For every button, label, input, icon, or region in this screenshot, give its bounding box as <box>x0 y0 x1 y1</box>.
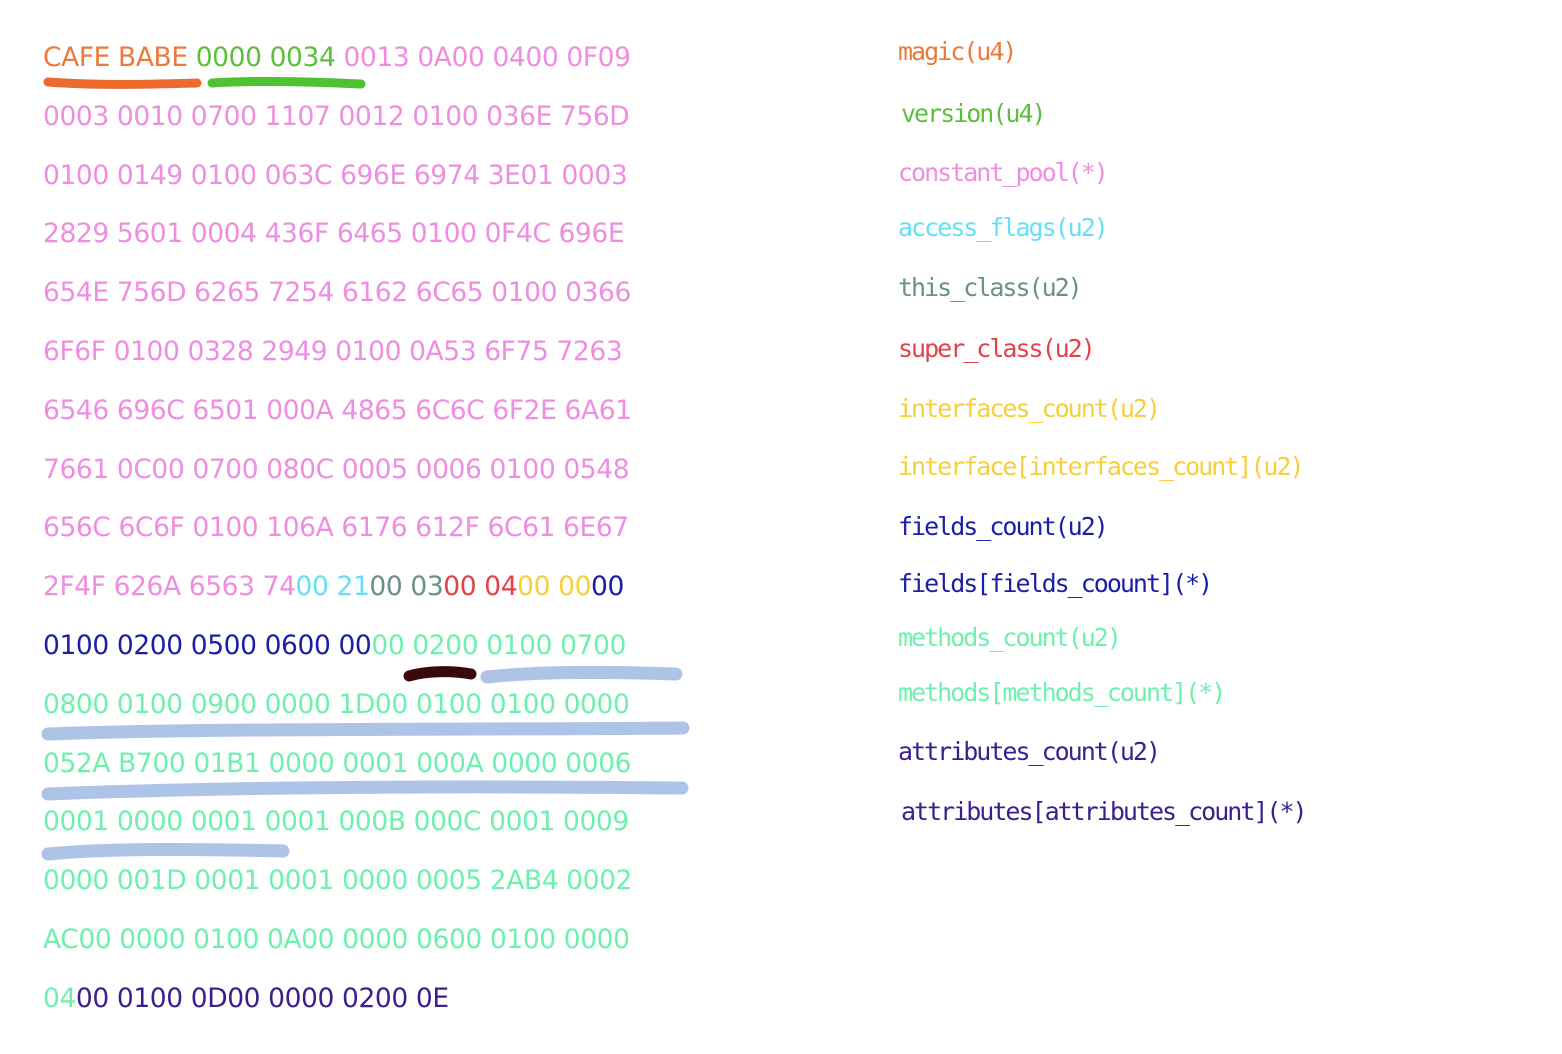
hex-line: 656C 6C6F 0100 106A 6176 612F 6C61 6E67 <box>43 502 632 561</box>
hex-segment-methods: 00 0200 0100 0700 <box>371 629 626 661</box>
hex-line: 2F4F 626A 6563 7400 2100 0300 0400 0000 <box>43 561 632 620</box>
hex-line: AC00 0000 0100 0A00 0000 0600 0100 0000 <box>43 914 632 973</box>
hex-segment-attrs: 00 0100 0D00 0000 0200 0E <box>75 982 449 1014</box>
legend-item: fields[fields_coount](*) <box>898 569 1213 598</box>
hex-segment-cp: 2829 5601 0004 436F 6465 0100 0F4C 696E <box>43 218 625 250</box>
hex-segment-cp <box>188 42 196 73</box>
hex-line: 0400 0100 0D00 0000 0200 0E <box>43 973 632 1032</box>
hex-segment-cp: 656C 6C6F 0100 106A 6176 612F 6C61 6E67 <box>43 512 629 544</box>
hex-segment-cp: 0013 0A00 0400 0F09 <box>335 42 631 73</box>
hex-segment-methods: 04 <box>43 982 76 1014</box>
legend-item: interface[interfaces_count](u2) <box>898 452 1305 481</box>
legend-item: version(u4) <box>901 99 1047 128</box>
hex-line: 052A B700 01B1 0000 0001 000A 0000 0006 <box>43 738 632 797</box>
hex-line: 0003 0010 0700 1107 0012 0100 036E 756D <box>43 91 632 150</box>
legend-item: this_class(u2) <box>898 273 1083 302</box>
hex-segment-methods: 0001 0000 0001 0001 000B 000C 0001 0009 <box>43 806 629 838</box>
hex-segment-fcount: 00 <box>591 571 624 603</box>
hex-segment-super: 00 <box>443 571 485 603</box>
hex-segment-methods: AC00 0000 0100 0A00 0000 0600 0100 0000 <box>43 923 630 955</box>
legend-item: magic(u4) <box>898 37 1017 66</box>
hex-segment-icount: 00 <box>558 571 592 603</box>
legend-item: super_class(u2) <box>898 334 1096 363</box>
legend-item: attributes_count(u2) <box>898 737 1161 766</box>
hex-line: CAFE BABE 0000 0034 0013 0A00 0400 0F09 <box>43 32 632 91</box>
hex-segment-icount: 00 <box>517 571 559 603</box>
hex-segment-methods: 0800 0100 0900 0000 1D00 0100 0100 0000 <box>43 688 630 720</box>
hex-segment-cp: 654E 756D 6265 7254 6162 6C65 0100 0366 <box>43 277 631 309</box>
hex-segment-fcount: 0100 0200 0500 0600 00 <box>43 629 372 661</box>
hex-line: 0000 001D 0001 0001 0000 0005 2AB4 0002 <box>43 855 632 914</box>
hex-segment-cp: 2F4F 626A 6563 74 <box>43 571 296 603</box>
class-file-diagram: CAFE BABE 0000 0034 0013 0A00 0400 0F09 0… <box>0 0 1562 1054</box>
legend-item: attributes[attributes_count](*) <box>901 797 1308 826</box>
hex-segment-cp: 6546 696C 6501 000A 4865 6C6C 6F2E 6A61 <box>43 394 632 426</box>
hex-segment-cp: 0003 0010 0700 1107 0012 0100 036E 756D <box>43 100 630 132</box>
legend-item: access_flags(u2) <box>898 213 1109 242</box>
hex-segment-magic: CAFE BABE <box>43 42 188 73</box>
hex-segment-cp: 7661 0C00 0700 080C 0005 0006 0100 0548 <box>43 453 630 485</box>
hex-line: 7661 0C00 0700 080C 0005 0006 0100 0548 <box>43 444 632 503</box>
hex-line: 6F6F 0100 0328 2949 0100 0A53 6F75 7263 <box>43 326 632 385</box>
legend-item: interfaces_count(u2) <box>898 394 1161 423</box>
hex-line: 654E 756D 6265 7254 6162 6C65 0100 0366 <box>43 267 632 326</box>
legend-item: constant_pool(*) <box>898 158 1109 187</box>
legend-item: methods[methods_count](*) <box>898 678 1226 707</box>
hex-dump: CAFE BABE 0000 0034 0013 0A00 0400 0F09 0… <box>43 32 632 1032</box>
hex-segment-this: 00 03 <box>369 571 444 603</box>
hex-segment-methods: 0000 001D 0001 0001 0000 0005 2AB4 0002 <box>43 865 633 897</box>
hex-segment-methods: 052A B700 01B1 0000 0001 000A 0000 0006 <box>43 747 632 779</box>
hex-line: 2829 5601 0004 436F 6465 0100 0F4C 696E <box>43 208 632 267</box>
hex-line: 0100 0149 0100 063C 696E 6974 3E01 0003 <box>43 150 632 209</box>
hex-line: 0100 0200 0500 0600 0000 0200 0100 0700 <box>43 620 632 679</box>
hex-line: 6546 696C 6501 000A 4865 6C6C 6F2E 6A61 <box>43 385 632 444</box>
hex-line: 0800 0100 0900 0000 1D00 0100 0100 0000 <box>43 679 632 738</box>
hex-segment-version: 0000 0034 <box>195 42 336 73</box>
hex-line: 0001 0000 0001 0001 000B 000C 0001 0009 <box>43 796 632 855</box>
legend-item: methods_count(u2) <box>898 623 1122 652</box>
legend-item: fields_count(u2) <box>898 512 1109 541</box>
hex-segment-access: 00 21 <box>295 571 370 603</box>
hex-segment-super: 04 <box>484 571 518 603</box>
hex-segment-cp: 6F6F 0100 0328 2949 0100 0A53 6F75 7263 <box>43 335 623 367</box>
hex-segment-cp: 0100 0149 0100 063C 696E 6974 3E01 0003 <box>43 159 628 191</box>
